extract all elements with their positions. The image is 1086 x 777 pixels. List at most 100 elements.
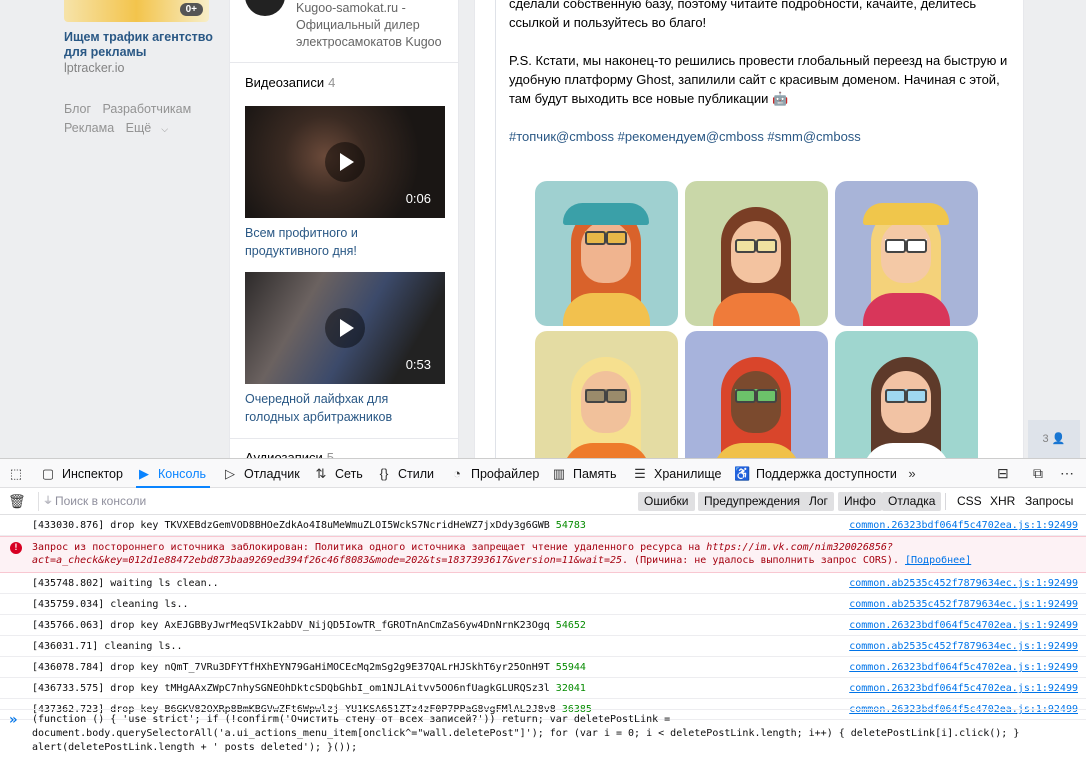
dock-icon[interactable]: ⧉ <box>1033 465 1043 482</box>
video-item[interactable]: 0:06 Всем профитного и продуктивного дня… <box>245 106 445 260</box>
message-text: [433030.876] drop key TKVXEBdzGemVOD8BHO… <box>32 520 550 531</box>
ad-image[interactable]: 0+ <box>64 0 209 22</box>
message-number: 55944 <box>555 662 586 673</box>
tab-label: Стили <box>398 467 435 481</box>
console-input-code[interactable]: (function () { 'use strict'; if (!confir… <box>32 714 1019 753</box>
console-message: [435759.034] cleaning ls.. common.ab2535… <box>0 594 1086 615</box>
message-source-link[interactable]: common.ab2535c452f7879634ec.js:1:92499 <box>845 636 1078 656</box>
video-item[interactable]: 0:53 Очередной лайфхак для голодных арби… <box>245 272 445 426</box>
filter-requests[interactable]: Запросы <box>1025 492 1073 511</box>
tab-label: Поддержка доступности <box>756 467 897 481</box>
chevron-down-icon: ⌵ <box>161 124 169 134</box>
videos-header-label: Видеозаписи <box>245 75 325 90</box>
people-count: 3 <box>1042 433 1049 445</box>
footer-link-ads[interactable]: Реклама <box>64 121 114 135</box>
trash-icon[interactable]: 🗑 <box>8 493 26 510</box>
dealer-link-text[interactable]: Kugoo-samokat.ru - Официальный дилер эле… <box>296 0 456 51</box>
tab-network[interactable]: ⇅ Сеть <box>313 459 363 488</box>
more-tabs-button[interactable]: » <box>904 459 926 488</box>
message-source-link[interactable]: common.26323bdf064f5c4702ea.js:1:92499 <box>845 515 1078 535</box>
devtools-panel: ⬚ ▢ Инспектор ▶ Консоль ▷ Отладчик ⇅ Сеть {}… <box>0 458 1086 777</box>
console-message: [436078.784] drop key nQmT_7VRu3DFYTfHXh… <box>0 657 1086 678</box>
error-icon: ! <box>10 542 22 554</box>
memory-icon: ▥ <box>552 466 566 481</box>
inspector-icon: ▢ <box>41 466 55 481</box>
tab-profiler[interactable]: ◔ Профайлер <box>449 459 539 488</box>
menu-dots-icon[interactable]: ⋯ <box>1060 465 1074 482</box>
avatar-illustration <box>685 331 828 458</box>
message-text: [435766.063] drop key AxEJGBByJwrMeqSVIk… <box>32 620 550 631</box>
ad-domain: lptracker.io <box>64 61 125 75</box>
message-source-link[interactable]: common.26323bdf064f5c4702ea.js:1:92499 <box>845 657 1078 677</box>
post-text-paragraph: сделали собственную базу, поэтому читайт… <box>509 0 977 30</box>
community-sidebar: Kugoo-samokat.ru - Официальный дилер эле… <box>229 0 459 458</box>
message-source-link[interactable]: common.26323bdf064f5c4702ea.js:1:92499 <box>845 615 1078 635</box>
tab-inspector[interactable]: ▢ Инспектор <box>40 459 123 488</box>
message-text: [436031.71] cleaning ls.. <box>32 641 183 652</box>
people-button[interactable]: 3 👤 <box>1028 420 1080 458</box>
footer-link-developers[interactable]: Разработчикам <box>103 102 192 116</box>
tab-storage[interactable]: ☰ Хранилище <box>632 459 722 488</box>
console-filter-input[interactable]: Поиск в консоли <box>38 492 618 511</box>
filter-css[interactable]: CSS <box>957 492 982 511</box>
message-text: [436733.575] drop key tMHgAAxZWpC7nhySGN… <box>32 683 550 694</box>
tab-styles[interactable]: {} Стили <box>376 459 434 488</box>
filter-info[interactable]: Инфо <box>838 492 882 511</box>
filter-errors[interactable]: Ошибки <box>638 492 695 511</box>
message-source-link[interactable]: common.26323bdf064f5c4702ea.js:1:92499 <box>845 678 1078 698</box>
play-icon[interactable] <box>325 308 365 348</box>
tab-label: Инспектор <box>62 467 123 481</box>
tab-console[interactable]: ▶ Консоль <box>136 459 211 488</box>
footer-link-blog[interactable]: Блог <box>64 102 91 116</box>
console-filter-bar: 🗑 Поиск в консоли Ошибки Предупреждения … <box>0 488 1086 515</box>
dealer-avatar[interactable] <box>245 0 285 16</box>
double-chevron-icon: » <box>908 466 916 481</box>
devtools-toolbar: ⬚ ▢ Инспектор ▶ Консоль ▷ Отладчик ⇅ Сеть {}… <box>0 459 1086 488</box>
footer-link-more[interactable]: Ещё ⌵ <box>126 121 176 135</box>
video-title[interactable]: Всем профитного и продуктивного дня! <box>245 224 445 260</box>
console-error: ! Запрос из постороннего источника забло… <box>0 536 1086 573</box>
left-column: 0+ Ищем трафик агентство для рекламы lpt… <box>64 0 214 139</box>
filter-debug[interactable]: Отладка <box>882 492 942 511</box>
video-title[interactable]: Очередной лайфхак для голодных арбитражн… <box>245 390 445 426</box>
console-message: [436733.575] drop key tMHgAAxZWpC7nhySGN… <box>0 678 1086 699</box>
tab-accessibility[interactable]: ♿ Поддержка доступности <box>734 459 897 488</box>
video-duration: 0:53 <box>405 357 431 372</box>
audio-header[interactable]: Аудиозаписи 5 <box>245 450 334 458</box>
message-text: [435748.802] waiting ls clean.. <box>32 578 219 589</box>
message-number: 54783 <box>555 520 586 531</box>
video-thumbnail[interactable]: 0:06 <box>245 106 445 218</box>
message-text: [436078.784] drop key nQmT_7VRu3DFYTfHXh… <box>32 662 550 673</box>
tab-debugger[interactable]: ▷ Отладчик <box>222 459 300 488</box>
post-border <box>495 0 496 458</box>
tab-memory[interactable]: ▥ Память <box>551 459 617 488</box>
message-source-link[interactable]: common.ab2535c452f7879634ec.js:1:92499 <box>845 573 1078 593</box>
divider <box>230 438 458 439</box>
post-hashtags[interactable]: #топчик@cmboss #рекомендуем@cmboss #smm@… <box>509 127 1009 146</box>
video-duration: 0:06 <box>405 191 431 206</box>
play-icon[interactable] <box>325 142 365 182</box>
filter-warnings[interactable]: Предупреждения <box>698 492 806 511</box>
tab-label: Консоль <box>158 467 207 481</box>
filter-logs[interactable]: Лог <box>803 492 834 511</box>
age-badge: 0+ <box>179 3 203 16</box>
error-text: Запрос из постороннего источника заблоки… <box>32 542 707 553</box>
storage-icon: ☰ <box>634 466 646 481</box>
video-thumbnail[interactable]: 0:53 <box>245 272 445 384</box>
tab-label: Отладчик <box>244 467 300 481</box>
network-icon: ⇅ <box>315 466 327 481</box>
learn-more-link[interactable]: [Подробнее] <box>905 555 971 566</box>
message-number: 32041 <box>555 683 586 694</box>
element-picker-button[interactable]: ⬚ <box>8 459 30 488</box>
ad-title[interactable]: Ищем трафик агентство для рекламы <box>64 30 214 60</box>
filter-xhr[interactable]: XHR <box>990 492 1015 511</box>
console-message: [435766.063] drop key AxEJGBByJwrMeqSVIk… <box>0 615 1086 636</box>
tab-label: Хранилище <box>654 467 722 481</box>
avatar-illustration <box>685 181 828 326</box>
console-input[interactable]: » (function () { 'use strict'; if (!conf… <box>0 709 1086 777</box>
split-console-icon[interactable]: ⊟ <box>997 465 1009 482</box>
wall-post: сделали собственную базу, поэтому читайт… <box>474 0 1024 458</box>
message-number: 54652 <box>555 620 586 631</box>
videos-header[interactable]: Видеозаписи 4 <box>245 75 335 90</box>
message-source-link[interactable]: common.ab2535c452f7879634ec.js:1:92499 <box>845 594 1078 614</box>
